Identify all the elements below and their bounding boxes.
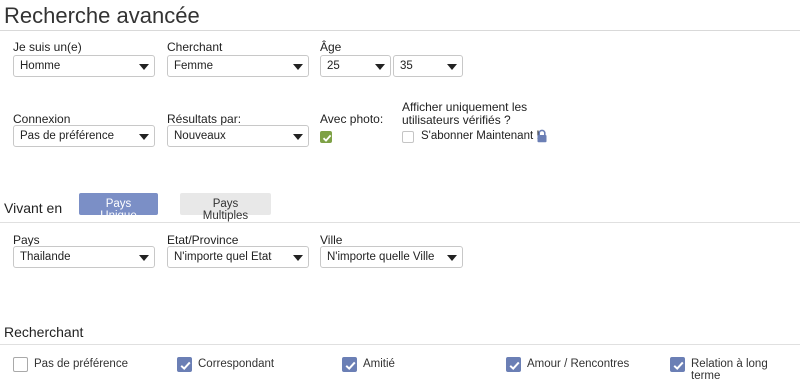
age-max-value: 35 (400, 60, 413, 72)
chevron-down-icon (139, 64, 149, 70)
seeking-option-label: Relation à long terme (691, 358, 768, 382)
seeking-option-checkbox[interactable] (670, 357, 685, 372)
seeking-option-label: Correspondant (198, 358, 275, 370)
verified-label-line2: utilisateurs vérifiés ? (402, 113, 511, 127)
seeking-select-value: Femme (174, 60, 213, 72)
country-select[interactable]: Thailande (13, 246, 155, 268)
gender-label: Je suis un(e) (13, 40, 82, 54)
checkmark-icon (322, 134, 332, 142)
results-label: Résultats par: (167, 112, 242, 126)
lock-icon (537, 129, 547, 143)
age-min-value: 25 (327, 60, 340, 72)
subscribe-link[interactable]: S'abonner Maintenant ! (421, 130, 540, 142)
page-title: Recherche avancée (4, 3, 200, 28)
photo-checkbox[interactable] (320, 131, 332, 143)
seeking-option-label: Amitié (363, 358, 395, 370)
chevron-down-icon (293, 134, 303, 140)
seeking-option-checkbox[interactable] (506, 357, 521, 372)
state-select[interactable]: N'importe quel Etat (167, 246, 309, 268)
checkmark-icon (509, 361, 520, 371)
connection-select[interactable]: Pas de préférence (13, 125, 155, 147)
seeking-select[interactable]: Femme (167, 55, 309, 77)
connection-select-value: Pas de préférence (20, 130, 114, 142)
seeking-option-checkbox[interactable] (177, 357, 192, 372)
multiple-countries-button[interactable]: Pays Multiples (180, 193, 271, 222)
chevron-down-icon (375, 64, 385, 70)
results-select-value: Nouveaux (174, 130, 226, 142)
country-label: Pays (13, 233, 40, 247)
chevron-down-icon (139, 134, 149, 140)
city-select[interactable]: N'importe quelle Ville (320, 246, 463, 268)
age-min-select[interactable]: 25 (320, 55, 391, 77)
age-label: Âge (320, 40, 342, 54)
country-select-value: Thailande (20, 251, 71, 263)
gender-select[interactable]: Homme (13, 55, 155, 77)
checkmark-icon (180, 361, 191, 371)
chevron-down-icon (293, 255, 303, 261)
verified-label-line1: Afficher uniquement les (402, 100, 528, 114)
seeking-section-title: Recherchant (4, 324, 84, 340)
state-select-value: N'importe quel Etat (174, 251, 272, 263)
seeking-label: Cherchant (167, 40, 223, 54)
chevron-down-icon (293, 64, 303, 70)
city-select-value: N'importe quelle Ville (327, 251, 435, 263)
living-in-title: Vivant en (4, 200, 63, 216)
single-country-button[interactable]: Pays Unique (79, 193, 158, 222)
results-select[interactable]: Nouveaux (167, 125, 309, 147)
checkmark-icon (345, 361, 356, 371)
chevron-down-icon (139, 255, 149, 261)
checkmark-icon (673, 361, 684, 371)
location-divider (0, 222, 800, 223)
chevron-down-icon (447, 255, 457, 261)
gender-select-value: Homme (20, 60, 61, 72)
verified-checkbox[interactable] (402, 131, 414, 143)
chevron-down-icon (447, 64, 457, 70)
seeking-option-checkbox[interactable] (342, 357, 357, 372)
city-label: Ville (320, 233, 343, 247)
connection-label: Connexion (13, 112, 71, 126)
seeking-option-label: Amour / Rencontres (527, 358, 630, 370)
seeking-divider (0, 344, 800, 345)
photo-label: Avec photo: (320, 112, 384, 126)
state-label: Etat/Province (167, 233, 239, 247)
seeking-option-label: Pas de préférence (34, 358, 128, 370)
seeking-option-checkbox[interactable] (13, 357, 28, 372)
title-divider (0, 30, 800, 31)
age-max-select[interactable]: 35 (393, 55, 463, 77)
